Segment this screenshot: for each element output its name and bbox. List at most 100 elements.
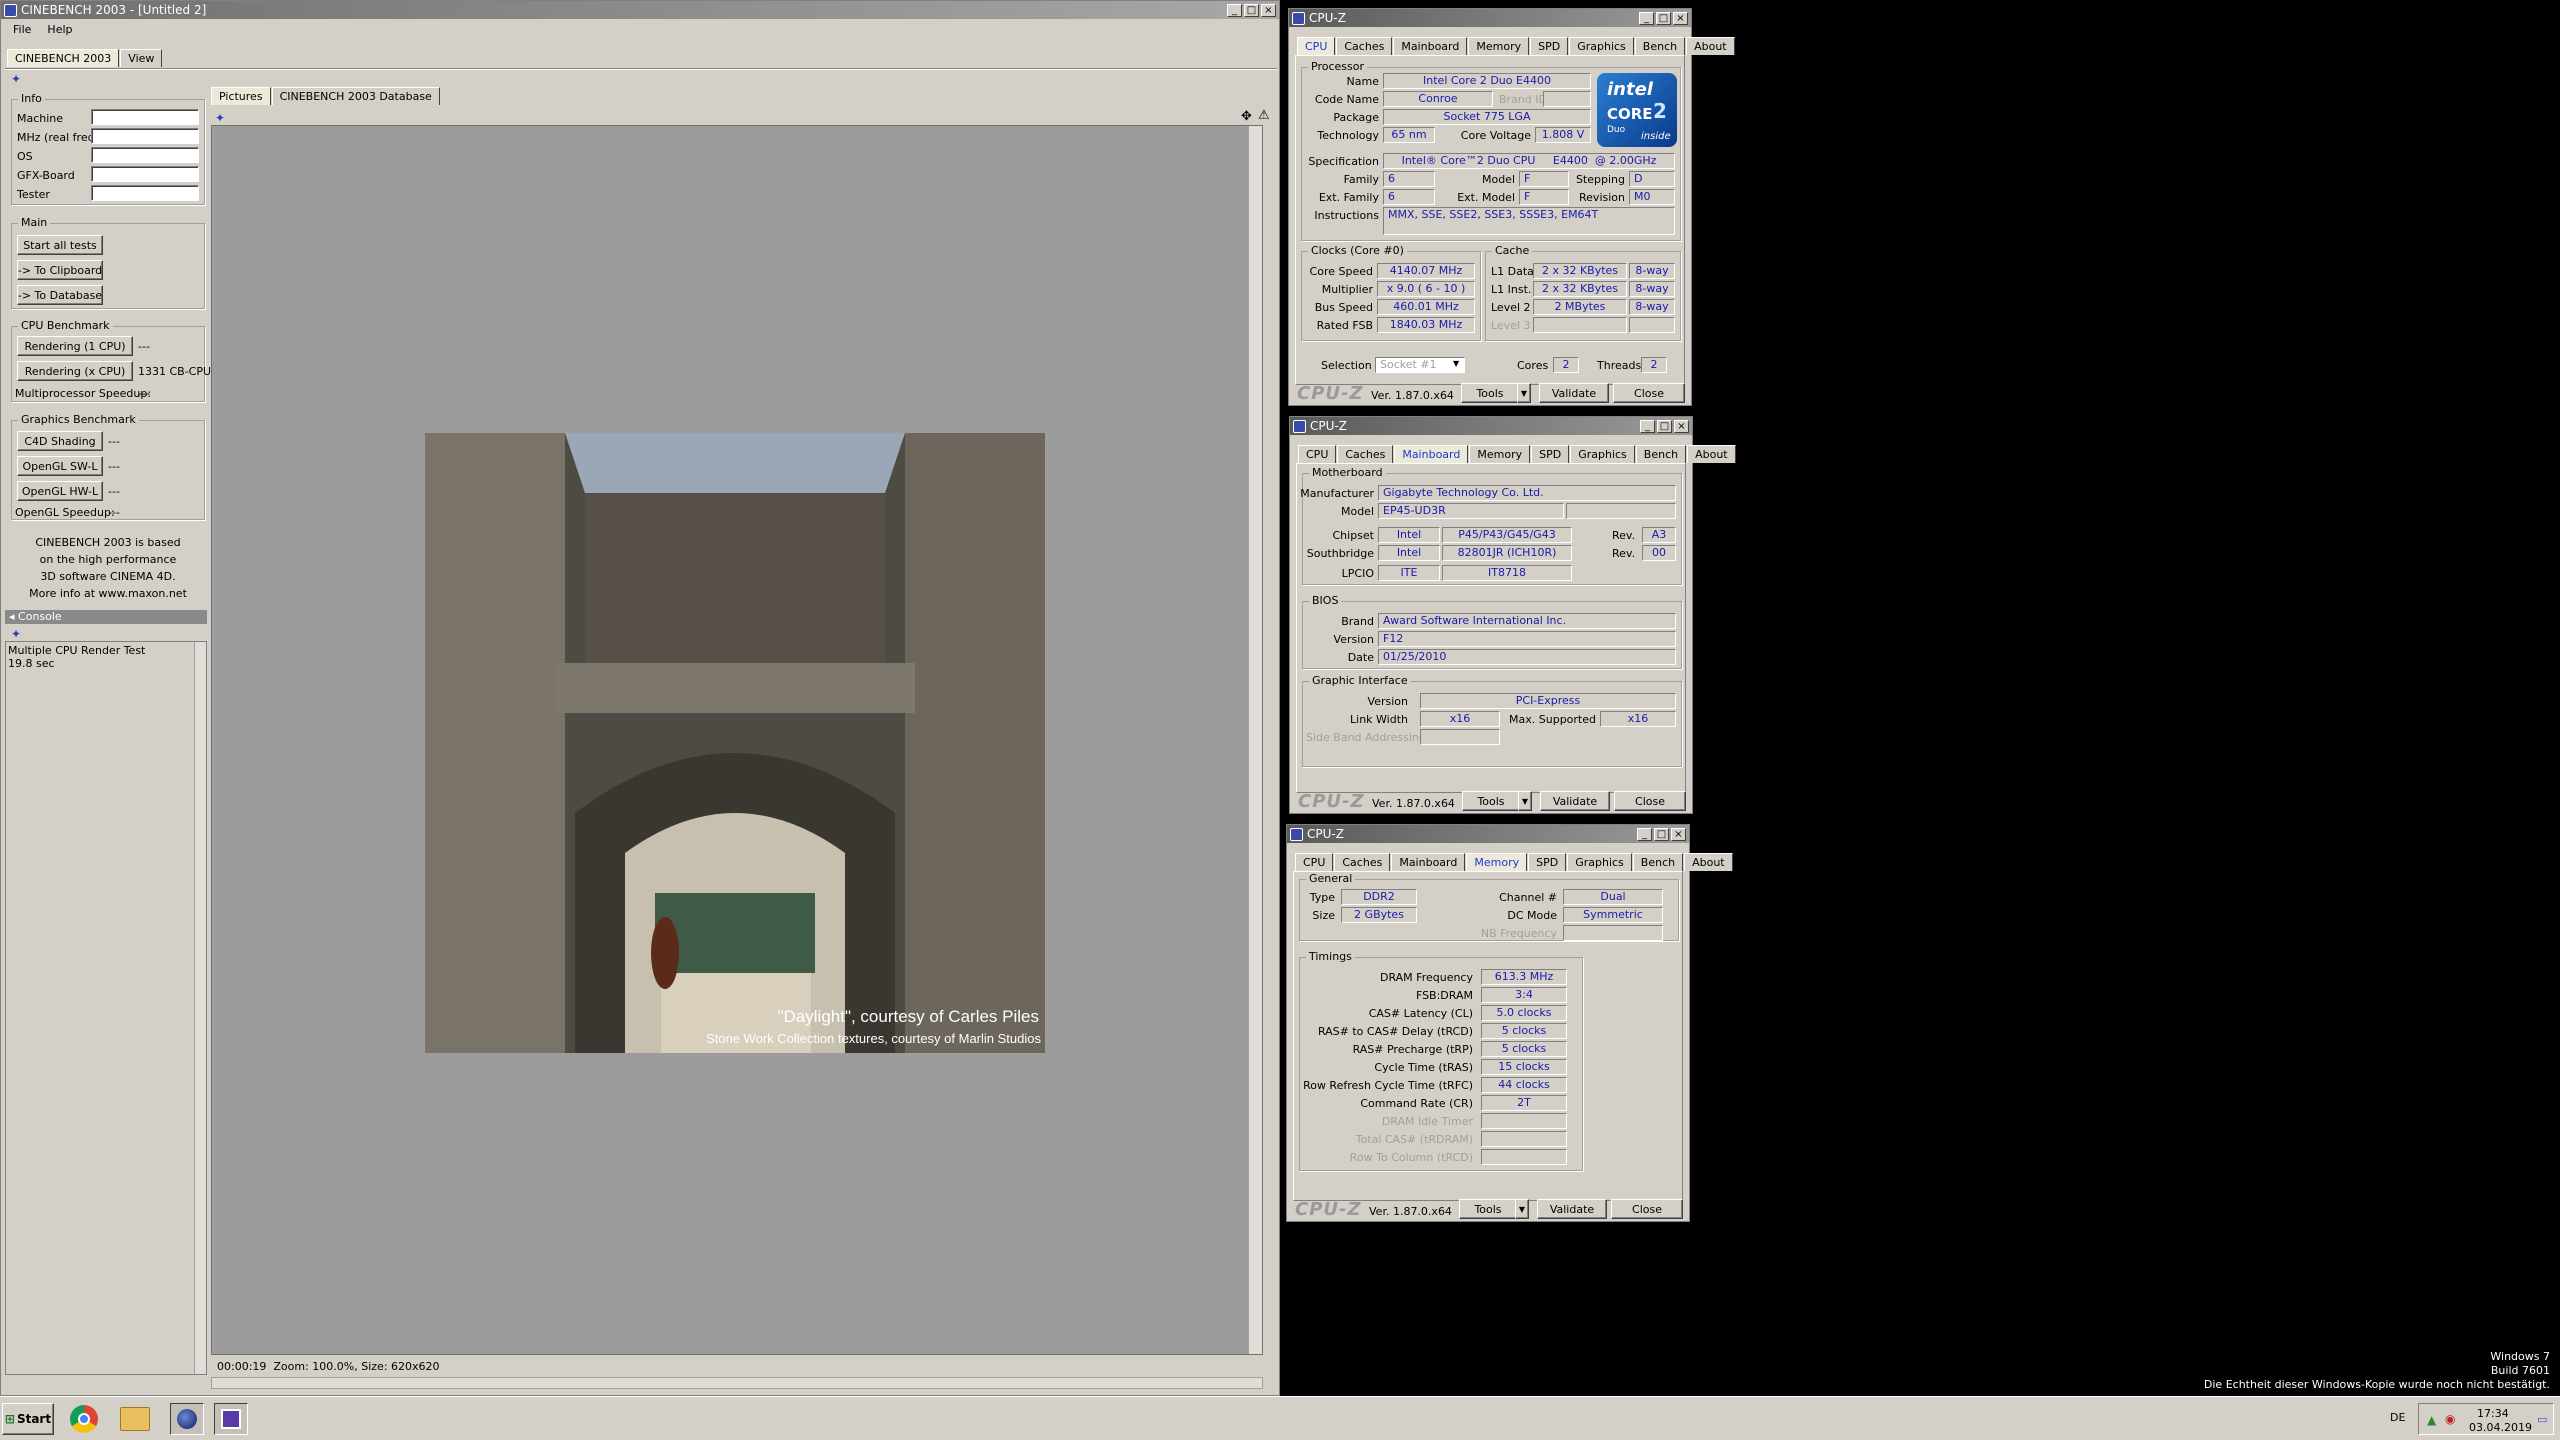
tools-button[interactable]: Tools: [1461, 383, 1519, 403]
maximize-icon[interactable]: □: [1654, 827, 1669, 841]
close-icon[interactable]: ×: [1671, 827, 1686, 841]
tab-cpu[interactable]: CPU: [1295, 853, 1334, 871]
tab-bench[interactable]: Bench: [1634, 37, 1686, 55]
cinebench-titlebar[interactable]: CINEBENCH 2003 - [Untitled 2] _ □ ×: [1, 1, 1279, 19]
tab-cpu[interactable]: CPU: [1297, 37, 1336, 55]
channel-value: Dual: [1563, 889, 1663, 905]
minimize-icon[interactable]: _: [1637, 827, 1652, 841]
maximize-icon[interactable]: □: [1244, 3, 1259, 17]
close-icon[interactable]: ×: [1673, 11, 1688, 25]
tab-spd[interactable]: SPD: [1528, 853, 1567, 871]
to-clipboard-button[interactable]: -> To Clipboard: [17, 260, 103, 280]
chevron-down-icon[interactable]: ▼: [1453, 359, 1459, 368]
opengl-swl-button[interactable]: OpenGL SW-L: [17, 456, 103, 476]
cpuz-mainboard-titlebar[interactable]: CPU-Z _ □ ×: [1290, 417, 1692, 435]
timing-value: [1481, 1131, 1567, 1147]
show-desktop-icon[interactable]: ▭: [2537, 1413, 2547, 1426]
tab-spd[interactable]: SPD: [1530, 37, 1569, 55]
horizontal-scrollbar[interactable]: [211, 1377, 1263, 1389]
tab-view[interactable]: View: [120, 49, 163, 67]
start-button[interactable]: ⊞ Start: [2, 1403, 54, 1435]
rendering-1cpu-button[interactable]: Rendering (1 CPU): [17, 336, 133, 356]
close-button[interactable]: Close: [1613, 383, 1685, 403]
language-indicator[interactable]: DE: [2390, 1411, 2405, 1424]
to-database-button[interactable]: -> To Database: [17, 285, 103, 305]
validate-button[interactable]: Validate: [1540, 791, 1610, 811]
tab-bench[interactable]: Bench: [1635, 445, 1687, 463]
close-button[interactable]: Close: [1614, 791, 1686, 811]
close-button[interactable]: Close: [1611, 1199, 1683, 1219]
tab-about[interactable]: About: [1686, 37, 1735, 55]
warning-icon[interactable]: ⚠: [1258, 108, 1270, 123]
cpuz-task-icon[interactable]: [214, 1403, 248, 1435]
maximize-icon[interactable]: □: [1657, 419, 1672, 433]
tab-about[interactable]: About: [1684, 853, 1733, 871]
console-collapse-icon[interactable]: ◂: [9, 610, 18, 623]
tab-caches[interactable]: Caches: [1337, 445, 1394, 463]
opengl-hwl-result: ---: [108, 485, 120, 498]
menu-file[interactable]: File: [1, 21, 39, 39]
console-pin-icon[interactable]: ✦: [11, 627, 21, 641]
tab-cinebench[interactable]: CINEBENCH 2003: [7, 49, 120, 67]
viewer-scrollbar[interactable]: [1248, 126, 1262, 1354]
cpuz-memory-titlebar[interactable]: CPU-Z _ □ ×: [1287, 825, 1689, 843]
tab-bench[interactable]: Bench: [1632, 853, 1684, 871]
bus-speed-value: 460.01 MHz: [1377, 299, 1475, 315]
opengl-hwl-button[interactable]: OpenGL HW-L: [17, 481, 103, 501]
tab-graphics[interactable]: Graphics: [1567, 853, 1632, 871]
gfx-field[interactable]: [91, 166, 199, 182]
tools-dropdown-icon[interactable]: ▼: [1518, 791, 1532, 811]
tab-caches[interactable]: Caches: [1336, 37, 1393, 55]
tools-dropdown-icon[interactable]: ▼: [1517, 383, 1531, 403]
console-area[interactable]: Multiple CPU Render Test 19.8 sec: [5, 641, 207, 1375]
tab-about[interactable]: About: [1687, 445, 1736, 463]
clock-date[interactable]: 03.04.2019: [2469, 1421, 2532, 1434]
cpuz-version: Ver. 1.87.0.x64: [1369, 1205, 1452, 1218]
tab-mainboard[interactable]: Mainboard: [1391, 853, 1466, 871]
selection-dropdown[interactable]: Socket #1: [1375, 357, 1465, 373]
cpuz-cpu-window: CPU-Z _ □ × CPU Caches Mainboard Memory …: [1288, 8, 1735, 406]
tab-caches[interactable]: Caches: [1334, 853, 1391, 871]
tab-memory[interactable]: Memory: [1469, 445, 1531, 463]
volume-icon[interactable]: ◉: [2445, 1412, 2455, 1426]
os-field[interactable]: [91, 147, 199, 163]
close-icon[interactable]: ×: [1261, 3, 1276, 17]
move-icon[interactable]: ✥: [1241, 109, 1252, 124]
tab-pictures[interactable]: Pictures: [211, 87, 271, 105]
tab-cpu[interactable]: CPU: [1298, 445, 1337, 463]
validate-button[interactable]: Validate: [1539, 383, 1609, 403]
cinebench-task-icon[interactable]: [170, 1403, 204, 1435]
tester-field[interactable]: [91, 185, 199, 201]
tools-dropdown-icon[interactable]: ▼: [1515, 1199, 1529, 1219]
tab-graphics[interactable]: Graphics: [1570, 445, 1635, 463]
network-icon[interactable]: ▲: [2427, 1413, 2436, 1427]
explorer-folder-icon[interactable]: [120, 1407, 150, 1431]
console-scrollbar[interactable]: [194, 642, 206, 1374]
pin-icon[interactable]: ✦: [11, 72, 21, 86]
tab-mainboard[interactable]: Mainboard: [1393, 37, 1468, 55]
tab-memory[interactable]: Memory: [1468, 37, 1530, 55]
minimize-icon[interactable]: _: [1227, 3, 1242, 17]
tab-spd[interactable]: SPD: [1531, 445, 1570, 463]
mhz-field[interactable]: [91, 128, 199, 144]
close-icon[interactable]: ×: [1674, 419, 1689, 433]
tools-button[interactable]: Tools: [1462, 791, 1520, 811]
minimize-icon[interactable]: _: [1640, 419, 1655, 433]
viewer-pin-icon[interactable]: ✦: [215, 111, 225, 125]
clock-time[interactable]: 17:34: [2477, 1407, 2509, 1420]
c4d-shading-button[interactable]: C4D Shading: [17, 431, 103, 451]
chrome-icon[interactable]: [70, 1405, 98, 1433]
validate-button[interactable]: Validate: [1537, 1199, 1607, 1219]
maximize-icon[interactable]: □: [1656, 11, 1671, 25]
cpuz-cpu-titlebar[interactable]: CPU-Z _ □ ×: [1289, 9, 1691, 27]
menu-help[interactable]: Help: [39, 21, 80, 39]
tools-button[interactable]: Tools: [1459, 1199, 1517, 1219]
tab-database[interactable]: CINEBENCH 2003 Database: [271, 87, 440, 105]
rendering-xcpu-button[interactable]: Rendering (x CPU): [17, 361, 133, 381]
tab-mainboard[interactable]: Mainboard: [1394, 445, 1469, 463]
start-all-tests-button[interactable]: Start all tests: [17, 235, 103, 255]
tab-graphics[interactable]: Graphics: [1569, 37, 1634, 55]
tab-memory[interactable]: Memory: [1466, 853, 1528, 871]
machine-field[interactable]: [91, 109, 199, 125]
minimize-icon[interactable]: _: [1639, 11, 1654, 25]
